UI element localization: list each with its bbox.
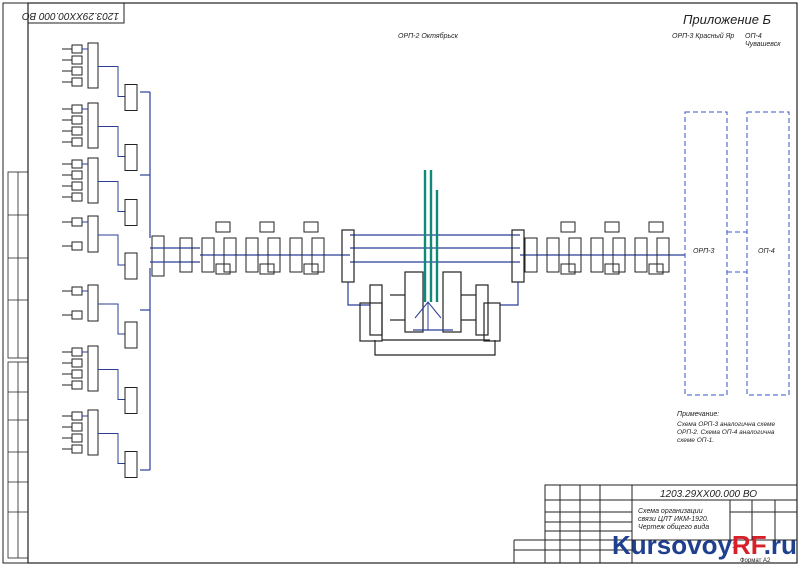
- inner-frame: [27, 2, 798, 564]
- input-port-box: [71, 192, 83, 202]
- title-block-name: Схема организации связи ЦЛТ ИКМ-1920. Че…: [638, 508, 710, 531]
- mux-link: [98, 303, 125, 335]
- appendix-title: Приложение Б: [683, 12, 772, 27]
- input-port-box: [71, 310, 83, 320]
- orp1-mux-block: [151, 235, 165, 277]
- left-strip: [7, 171, 29, 559]
- mux-block: [87, 345, 99, 392]
- regenerator-chain-right: [524, 221, 670, 275]
- mux-link: [98, 181, 125, 212]
- branch-teal-lines: [423, 170, 439, 302]
- service-box: [303, 221, 319, 233]
- input-port-box: [71, 104, 83, 114]
- group-block: [124, 451, 138, 478]
- mux-block: [87, 157, 99, 204]
- input-port-box: [71, 422, 83, 432]
- service-box: [560, 221, 576, 233]
- trunk-lines: [140, 91, 685, 471]
- input-port-box: [71, 159, 83, 169]
- notes-text: Схема ОРП-3 аналогична схеме ОРП-2. Схем…: [677, 421, 776, 444]
- group-block: [124, 387, 138, 414]
- input-port-box: [71, 433, 83, 443]
- mux-link: [98, 234, 125, 266]
- group-block: [124, 84, 138, 111]
- input-port-box: [71, 137, 83, 147]
- input-port-box: [71, 44, 83, 54]
- mux-link: [98, 126, 125, 157]
- input-port-box: [71, 444, 83, 454]
- service-box: [648, 221, 664, 233]
- service-box: [604, 221, 620, 233]
- group-block: [124, 199, 138, 226]
- regenerator-block: [179, 237, 193, 273]
- mux-link: [98, 433, 125, 464]
- input-port-box: [71, 411, 83, 421]
- input-port-box: [71, 286, 83, 296]
- mux-block: [87, 102, 99, 149]
- station-label-right-2: ОП-4 Чувашевск: [745, 33, 781, 48]
- input-port-box: [71, 217, 83, 227]
- service-box: [259, 221, 275, 233]
- group-block: [124, 321, 138, 349]
- watermark-tld: .ru: [763, 530, 797, 560]
- drawing-sheet: Приложение Б ОРП-2 Октябрьск ОРП-3 Красн…: [0, 0, 800, 566]
- op1-input-column: [62, 42, 165, 478]
- input-port-box: [71, 380, 83, 390]
- mux-link: [98, 369, 125, 400]
- regenerator-chain-left: [179, 221, 325, 275]
- mux-block: [87, 284, 99, 322]
- watermark-logo: KursovoyRF.ru: [612, 530, 797, 561]
- orp2-central-block: [341, 229, 525, 356]
- box-label-orp3: ОРП-3: [693, 248, 715, 255]
- input-port-box: [71, 55, 83, 65]
- notes-heading: Примечание:: [677, 411, 720, 418]
- outer-frame: [2, 2, 798, 564]
- rotated-code-label: 1203.29XX00.000 ВО: [22, 10, 120, 21]
- input-port-box: [71, 181, 83, 191]
- group-block: [124, 144, 138, 171]
- input-port-box: [71, 66, 83, 76]
- mux-link: [98, 66, 125, 97]
- schematic-canvas: [2, 2, 798, 564]
- input-port-box: [71, 77, 83, 87]
- mux-block: [87, 42, 99, 89]
- station-label-center: ОРП-2 Октябрьск: [398, 33, 458, 40]
- group-block: [124, 252, 138, 280]
- watermark-main: Kursovoy: [612, 530, 732, 560]
- input-port-box: [71, 358, 83, 368]
- title-block-code: 1203.29XX00.000 ВО: [660, 489, 758, 500]
- station-label-right-1: ОРП-3 Красный Яр: [672, 33, 735, 40]
- mux-block: [87, 409, 99, 456]
- service-box: [215, 221, 231, 233]
- input-port-box: [71, 170, 83, 180]
- mux-block: [87, 215, 99, 253]
- input-port-box: [71, 241, 83, 251]
- input-port-box: [71, 115, 83, 125]
- input-port-box: [71, 347, 83, 357]
- watermark-rf: RF: [731, 530, 764, 560]
- input-port-box: [71, 126, 83, 136]
- input-port-box: [71, 369, 83, 379]
- box-label-op4: ОП-4: [758, 248, 775, 255]
- branch-junction: [414, 301, 442, 330]
